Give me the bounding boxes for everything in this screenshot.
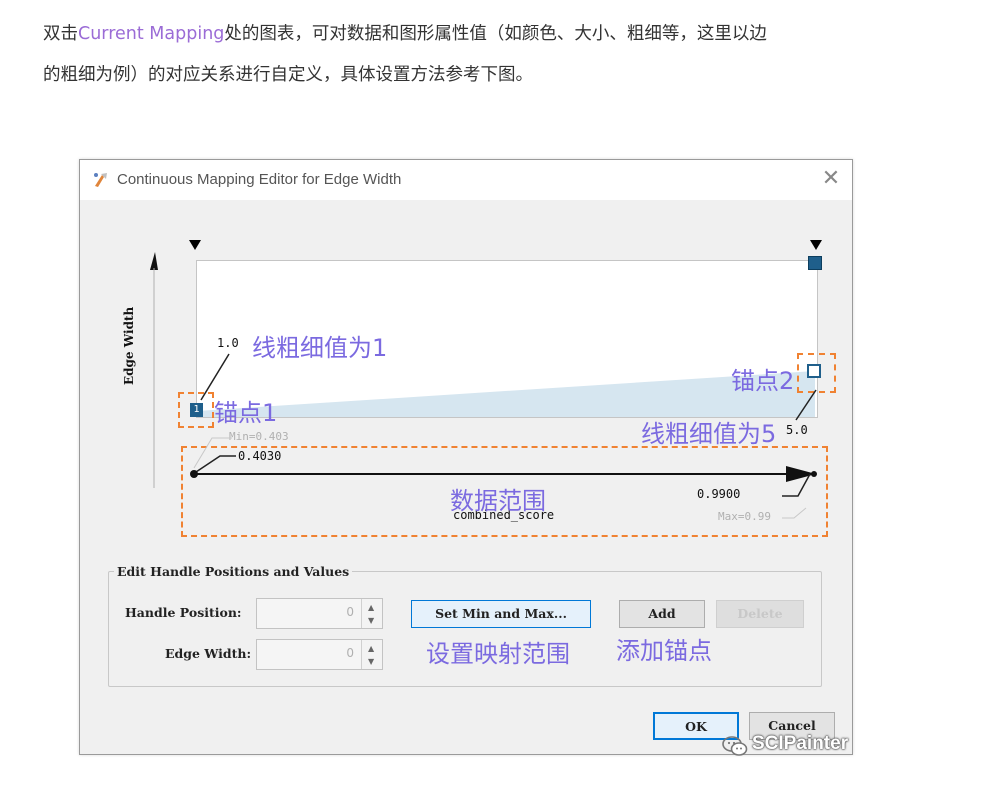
annotation-anchor2: 锚点2: [731, 367, 795, 395]
handle2-value-label: 5.0: [786, 423, 808, 437]
max-leader-line: [782, 473, 811, 497]
intro-line-1: 双击Current Mapping处的图表，可对数据和图形属性值（如颜色、大小、…: [43, 24, 767, 44]
spin-up-icon[interactable]: ▲: [368, 645, 374, 653]
edge-width-input[interactable]: 0 ▲ ▼: [256, 639, 383, 670]
handle-position-input[interactable]: 0 ▲ ▼: [256, 598, 383, 629]
annotation-add-anchor: 添加锚点: [616, 637, 712, 665]
max-label: Max=0.99: [718, 510, 771, 523]
title-bar: Continuous Mapping Editor for Edge Width…: [80, 160, 852, 200]
edit-handle-group: [108, 571, 822, 687]
set-min-max-button[interactable]: Set Min and Max...: [411, 600, 591, 628]
handle-position-spinner[interactable]: ▲ ▼: [361, 599, 382, 628]
max-value: 0.9900: [697, 487, 741, 501]
edge-width-label: Edge Width:: [165, 646, 252, 661]
max-marker-triangle[interactable]: [808, 238, 824, 252]
dialog-title: Continuous Mapping Editor for Edge Width: [117, 171, 402, 188]
annotation-data-range: 数据范围: [450, 487, 546, 515]
spin-down-icon[interactable]: ▼: [368, 617, 374, 625]
annotation-line-width-1: 线粗细值为1: [252, 334, 388, 362]
delete-button[interactable]: Delete: [716, 600, 804, 628]
watermark: SCIPainter: [752, 733, 849, 754]
anchor2-highlight-box: [797, 353, 836, 393]
wechat-icon: [722, 736, 748, 756]
app-icon: [94, 173, 107, 187]
handle1-value-label: 1.0: [217, 336, 239, 350]
edge-width-spinner[interactable]: ▲ ▼: [361, 640, 382, 669]
spin-up-icon[interactable]: ▲: [368, 604, 374, 612]
add-button[interactable]: Add: [619, 600, 705, 628]
intro-line-2: 的粗细为例）的对应关系进行自定义，具体设置方法参考下图。: [43, 65, 533, 85]
min-value: 0.4030: [238, 449, 282, 463]
handle2-leader-line: [795, 389, 817, 421]
handle-position-label: Handle Position:: [125, 605, 242, 620]
annotation-anchor1: 锚点1: [214, 399, 278, 427]
min-marker-triangle[interactable]: [187, 238, 203, 252]
current-mapping-highlight: Current Mapping: [78, 24, 225, 44]
max-label-leader: [782, 507, 807, 519]
spin-down-icon[interactable]: ▼: [368, 658, 374, 666]
edit-group-title: Edit Handle Positions and Values: [114, 564, 353, 579]
top-right-handle[interactable]: [808, 256, 822, 270]
close-icon[interactable]: ✕: [818, 166, 844, 192]
annotation-set-range: 设置映射范围: [426, 640, 570, 668]
annotation-line-width-5: 线粗细值为5: [641, 420, 777, 448]
